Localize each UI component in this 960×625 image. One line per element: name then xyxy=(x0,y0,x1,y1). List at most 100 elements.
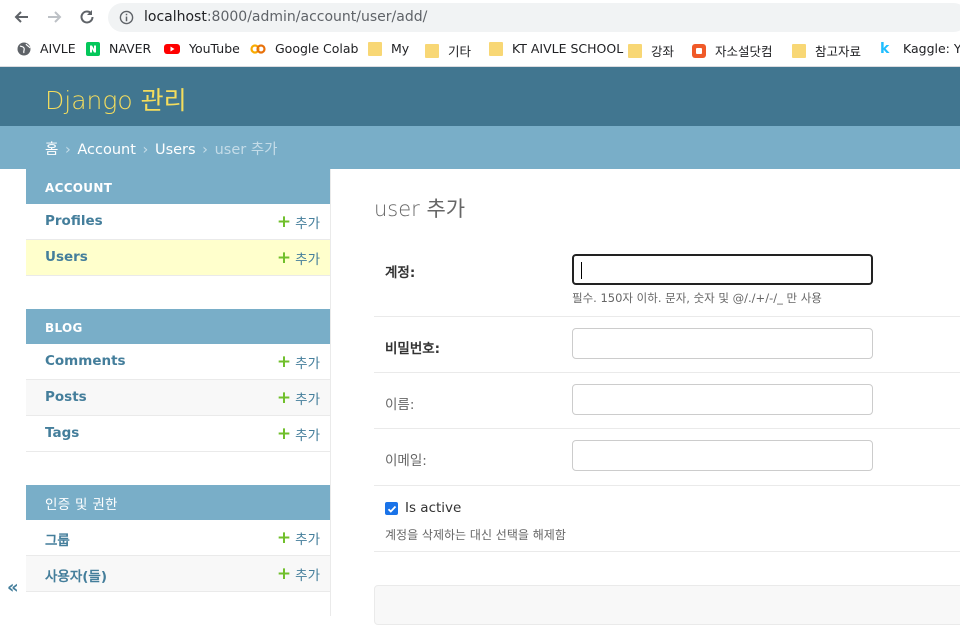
bookmarks-bar: AIVLE NAVER YouTube Google Colab My 기타 K… xyxy=(0,34,960,67)
breadcrumb-app[interactable]: Account xyxy=(77,142,136,158)
password-label: 비밀번호: xyxy=(385,341,441,357)
add-label: 추가 xyxy=(295,252,320,268)
forward-button[interactable] xyxy=(43,6,65,28)
model-link[interactable]: Tags xyxy=(45,425,79,441)
toggle-nav-sidebar-button[interactable]: « xyxy=(7,577,19,598)
form-row-email: 이메일: xyxy=(374,429,960,486)
globe-icon xyxy=(17,42,31,55)
sidebar-item-users-auth: 사용자(들) + 추가 xyxy=(26,556,330,592)
sidebar-item-comments: Comments + 추가 xyxy=(26,344,330,380)
add-link[interactable]: + 추가 xyxy=(276,248,320,269)
model-link[interactable]: Comments xyxy=(45,353,126,369)
username-help: 필수. 150자 이하. 문자, 숫자 및 @/./+/-/_ 만 사용 xyxy=(572,291,822,305)
plus-icon: + xyxy=(276,212,292,232)
plus-icon: + xyxy=(276,388,292,408)
form-row-name: 이름: xyxy=(374,373,960,429)
add-link[interactable]: + 추가 xyxy=(276,564,320,585)
add-link[interactable]: + 추가 xyxy=(276,212,320,233)
model-link[interactable]: Users xyxy=(45,249,88,265)
main-content: user 추가 계정: 필수. 150자 이하. 문자, 숫자 및 @/./+/… xyxy=(374,169,960,625)
bookmark-label: 자소설닷컴 xyxy=(715,44,773,59)
password-input[interactable] xyxy=(572,328,873,359)
bookmark-label: Google Colab xyxy=(275,41,359,56)
back-button[interactable] xyxy=(11,6,33,28)
form-row-is-active: Is active 계정을 삭제하는 대신 선택을 해제함 xyxy=(374,486,960,552)
info-icon[interactable] xyxy=(119,10,134,25)
model-link[interactable]: Posts xyxy=(45,389,87,405)
model-link[interactable]: 사용자(들) xyxy=(45,565,107,585)
module-blog: BLOG Comments + 추가 Posts + 추가 Tags + 추가 xyxy=(26,309,330,452)
address-bar[interactable]: localhost:8000/admin/account/user/add/ xyxy=(108,3,960,32)
add-label: 추가 xyxy=(295,428,320,444)
jasoseol-icon xyxy=(692,43,706,58)
site-brand[interactable]: Django 관리 xyxy=(45,81,187,117)
text-caret xyxy=(581,262,582,279)
add-link[interactable]: + 추가 xyxy=(276,528,320,549)
url-path: :8000/admin/account/user/add/ xyxy=(206,9,428,25)
breadcrumb-current: user 추가 xyxy=(214,142,278,158)
bookmark-folder-my[interactable]: My xyxy=(368,41,409,56)
add-link[interactable]: + 추가 xyxy=(276,388,320,409)
breadcrumb-separator: › xyxy=(137,142,153,158)
folder-icon xyxy=(368,41,382,56)
plus-icon: + xyxy=(276,248,292,268)
add-label: 추가 xyxy=(295,216,320,232)
plus-icon: + xyxy=(276,528,292,548)
bookmark-kaggle[interactable]: k Kaggle: Yo xyxy=(880,41,960,56)
module-caption[interactable]: BLOG xyxy=(26,309,330,344)
name-label: 이름: xyxy=(385,397,415,413)
model-link[interactable]: Profiles xyxy=(45,213,103,229)
bookmark-aivle[interactable]: AIVLE xyxy=(17,41,76,56)
module-caption[interactable]: ACCOUNT xyxy=(26,169,330,204)
plus-icon: + xyxy=(276,564,292,584)
bookmark-folder-etc[interactable]: 기타 xyxy=(425,41,471,60)
breadcrumb-separator: › xyxy=(197,142,213,158)
reload-icon xyxy=(80,10,94,24)
breadcrumb-separator: › xyxy=(60,142,76,158)
bookmark-folder-lecture[interactable]: 강좌 xyxy=(628,41,674,60)
plus-icon: + xyxy=(276,352,292,372)
check-icon xyxy=(387,505,396,513)
module-caption[interactable]: 인증 및 권한 xyxy=(26,485,330,520)
email-input[interactable] xyxy=(572,440,873,471)
model-link[interactable]: 그룹 xyxy=(45,529,70,549)
add-link[interactable]: + 추가 xyxy=(276,424,320,445)
is-active-checkbox[interactable] xyxy=(385,502,398,515)
bookmark-naver[interactable]: NAVER xyxy=(86,41,151,56)
reload-button[interactable] xyxy=(76,6,98,28)
sidebar-item-groups: 그룹 + 추가 xyxy=(26,520,330,556)
breadcrumb-model[interactable]: Users xyxy=(155,142,196,158)
bookmark-label: My xyxy=(391,41,410,56)
plus-icon: + xyxy=(276,424,292,444)
breadcrumb: 홈 › Account › Users › user 추가 xyxy=(0,126,960,169)
submit-row xyxy=(374,585,960,625)
naver-icon xyxy=(86,41,100,56)
form-row-username: 계정: 필수. 150자 이하. 문자, 숫자 및 @/./+/-/_ 만 사용 xyxy=(374,241,960,317)
name-input[interactable] xyxy=(572,384,873,415)
bookmark-folder-references[interactable]: 참고자료 xyxy=(792,41,861,60)
sidebar-item-posts: Posts + 추가 xyxy=(26,380,330,416)
add-label: 추가 xyxy=(295,532,320,548)
username-input[interactable] xyxy=(572,254,873,285)
email-label: 이메일: xyxy=(385,453,427,469)
breadcrumb-home[interactable]: 홈 xyxy=(45,142,58,158)
folder-icon xyxy=(628,43,642,58)
nav-sidebar: ACCOUNT Profiles + 추가 Users + 추가 BLOG Comm… xyxy=(26,169,331,616)
forward-arrow-icon xyxy=(48,11,62,23)
add-link[interactable]: + 추가 xyxy=(276,352,320,373)
url-host: localhost xyxy=(144,9,207,25)
bookmark-label: Kaggle: Yo xyxy=(903,41,960,56)
bookmark-youtube[interactable]: YouTube xyxy=(164,41,240,56)
bookmark-label: YouTube xyxy=(189,41,240,56)
is-active-help: 계정을 삭제하는 대신 선택을 해제함 xyxy=(385,528,566,542)
bookmark-label: 강좌 xyxy=(651,44,675,59)
url-text: localhost:8000/admin/account/user/add/ xyxy=(144,9,427,25)
form-row-password: 비밀번호: xyxy=(374,317,960,373)
bookmark-jasoseol[interactable]: 자소설닷컴 xyxy=(692,41,773,60)
is-active-label[interactable]: Is active xyxy=(405,500,461,516)
folder-icon xyxy=(425,43,439,58)
bookmark-folder-kt-aivle-school[interactable]: KT AIVLE SCHOOL xyxy=(489,41,623,56)
bookmark-google-colab[interactable]: Google Colab xyxy=(250,41,359,56)
module-account: ACCOUNT Profiles + 추가 Users + 추가 xyxy=(26,169,330,276)
module-auth: 인증 및 권한 그룹 + 추가 사용자(들) + 추가 xyxy=(26,485,330,592)
